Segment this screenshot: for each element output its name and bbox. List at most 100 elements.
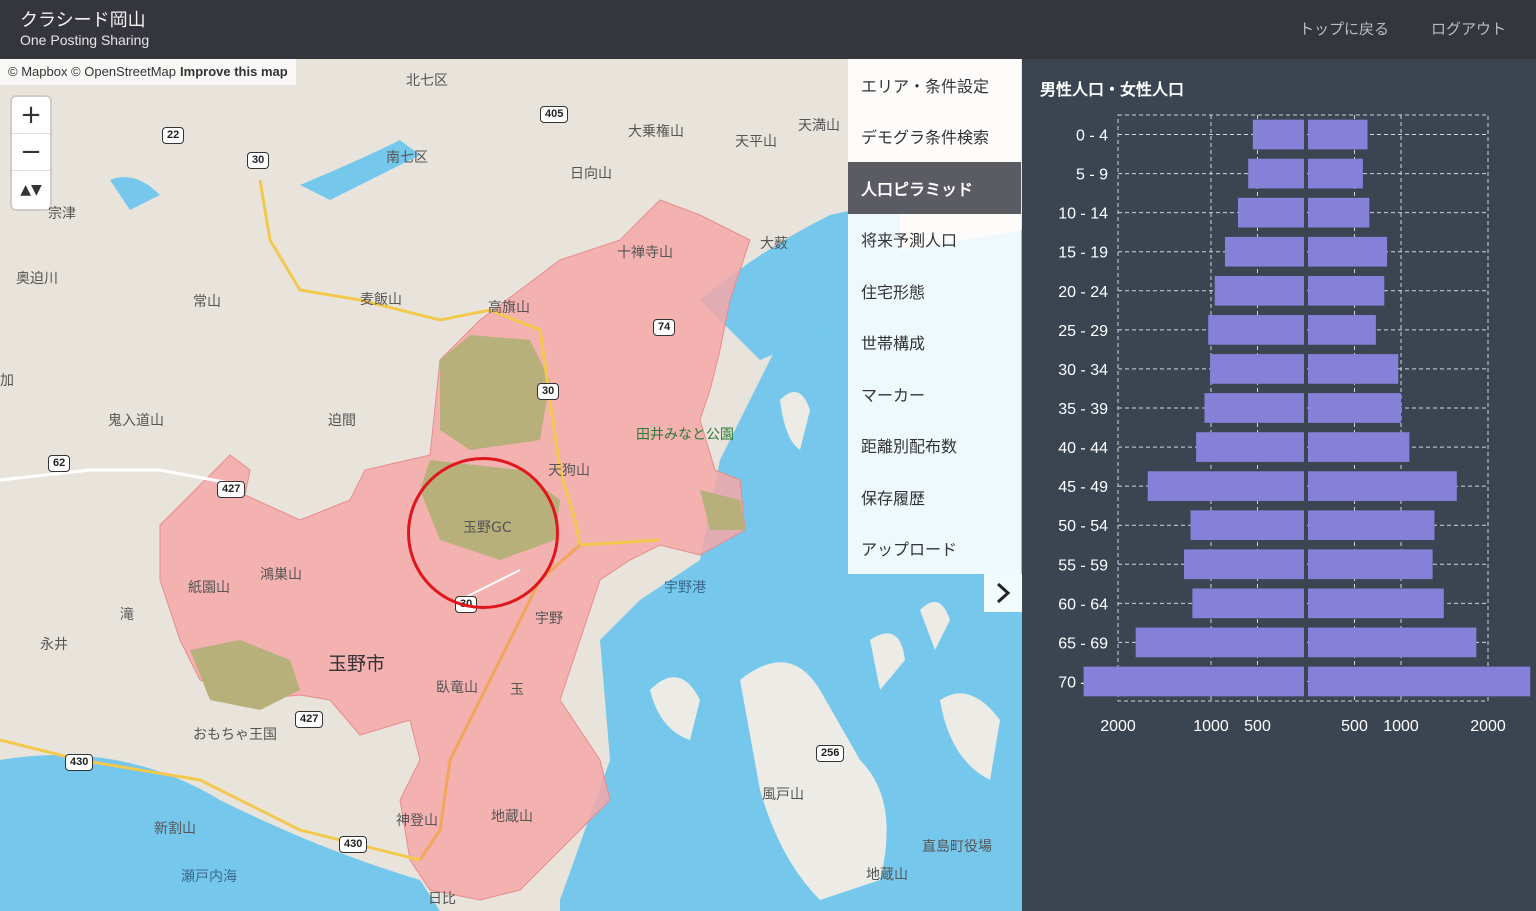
map-label: 加 [0,373,14,389]
highlight-circle [407,457,559,609]
female-bar [1308,432,1410,462]
male-bar [1237,197,1304,228]
map-attribution: © Mapbox © OpenStreetMap Improve this map [0,59,296,85]
age-tick-label: 65 - 69 [1058,635,1108,652]
female-bar [1308,119,1368,150]
map-label: 大薮 [760,236,788,252]
app-header: クラシード岡山 One Posting Sharing トップに戻る ログアウト [0,0,1536,59]
female-bar [1308,197,1370,228]
age-tick-label: 10 - 14 [1058,206,1108,223]
attribution-text: © Mapbox © OpenStreetMap [8,64,177,79]
x-tick-label: 1000 [1193,718,1229,735]
menu-item-save-history[interactable]: 保存履歴 [848,471,1021,523]
menu-item-demographic-search[interactable]: デモグラ条件検索 [848,111,1021,163]
menu-item-future-population[interactable]: 将来予測人口 [848,214,1021,266]
map-label: 地蔵山 [491,809,533,825]
female-bar [1308,549,1433,580]
map-label: 天満山 [798,118,840,134]
menu-item-upload[interactable]: アップロード [848,523,1021,575]
logout-link[interactable]: ログアウト [1431,18,1506,39]
male-bar [1190,510,1304,541]
map-label: 瀬戸内海 [181,869,237,885]
map-label: 高旗山 [488,300,530,316]
female-bar [1308,627,1477,658]
menu-toggle-button[interactable] [984,574,1022,612]
map-label: 玉 [510,682,524,698]
menu-item-housing-type[interactable]: 住宅形態 [848,265,1021,317]
road-shield: 430 [65,754,94,771]
road-shield: 427 [217,481,246,498]
back-to-top-link[interactable]: トップに戻る [1299,18,1389,39]
age-tick-label: 0 - 4 [1076,128,1108,145]
road-shield: 427 [295,711,324,728]
male-bar [1196,432,1304,462]
map-label: 直島町役場 [922,839,992,855]
x-tick-label: 500 [1244,718,1271,735]
map-label: 天狗山 [548,463,590,479]
menu-item-marker[interactable]: マーカー [848,368,1021,420]
app-subtitle: One Posting Sharing [20,32,150,48]
age-tick-label: 20 - 24 [1058,284,1108,301]
population-pyramid-panel: 男性人口・女性人口 0 - 45 - 9 10 - 14 15 - 19 20 - 2… [1022,59,1536,911]
map-label: 玉野市 [328,653,386,675]
age-tick-label: 25 - 29 [1058,323,1108,340]
female-bar [1308,354,1399,384]
map-label: 北七区 [406,73,448,89]
male-bar [1214,275,1304,306]
male-bar [1135,627,1304,658]
map-label: 麦飯山 [360,292,402,308]
x-tick-label: 1000 [1383,718,1419,735]
map-label: 風戸山 [762,787,804,803]
road-shield: 30 [247,152,270,169]
male-bar [1192,588,1304,619]
female-bar [1308,275,1385,306]
x-tick-label: 2000 [1470,718,1506,735]
map-label: 鬼入道山 [108,413,164,429]
map-label: 新割山 [154,821,196,837]
menu-item-distance-distribution[interactable]: 距離別配布数 [848,420,1021,472]
male-bar [1224,236,1304,267]
male-bar [1208,315,1304,345]
side-menu: エリア・条件設定 デモグラ条件検索 人口ピラミッド 将来予測人口 住宅形態 世帯… [848,59,1021,574]
map-label: 神登山 [396,813,438,829]
population-pyramid-chart: 0 - 4 5 - 9 10 - 14 15 - 19 20 - 24 25 - 29 30… [1058,114,1531,735]
age-tick-label: 60 - 64 [1058,596,1108,613]
compass-icon[interactable]: ▲▼ [12,171,50,208]
menu-item-household-structure[interactable]: 世帯構成 [848,317,1021,369]
female-bar [1308,158,1363,189]
female-bar [1308,666,1531,697]
map-label: 紙園山 [188,580,230,596]
map-label: 日向山 [570,166,612,182]
male-bar [1147,471,1304,501]
age-tick-label: 35 - 39 [1058,401,1108,418]
road-shield: 30 [537,383,560,400]
improve-map-link[interactable]: Improve this map [180,64,288,79]
x-tick-label: 2000 [1100,718,1136,735]
road-shield: 74 [653,319,676,336]
zoom-out-button[interactable]: − [12,134,50,171]
male-bar [1083,666,1304,697]
map-label: 常山 [193,294,221,310]
map-label: 田井みなと公園 [636,427,734,443]
menu-item-area-settings[interactable]: エリア・条件設定 [848,59,1021,111]
road-shield: 405 [540,106,569,123]
zoom-in-button[interactable]: + [12,97,50,134]
chevron-right-icon [996,582,1011,604]
map-label: 宗津 [48,206,76,222]
age-tick-label: 15 - 19 [1058,245,1108,262]
map-label: 南七区 [386,150,428,166]
male-bar [1210,354,1304,384]
map-label: 鴻巣山 [260,567,302,583]
road-shield: 256 [816,745,845,762]
app-title: クラシード岡山 [20,10,146,31]
female-bar [1308,393,1401,423]
road-shield: 62 [48,455,71,472]
map-label: 臥竜山 [436,680,478,696]
age-tick-label: 45 - 49 [1058,479,1108,496]
female-bar [1308,588,1444,619]
age-tick-label: 40 - 44 [1058,440,1108,457]
male-bar [1252,119,1304,150]
map-label: 大乗権山 [628,124,684,140]
menu-item-population-pyramid[interactable]: 人口ピラミッド [848,162,1021,214]
male-bar [1248,158,1304,189]
